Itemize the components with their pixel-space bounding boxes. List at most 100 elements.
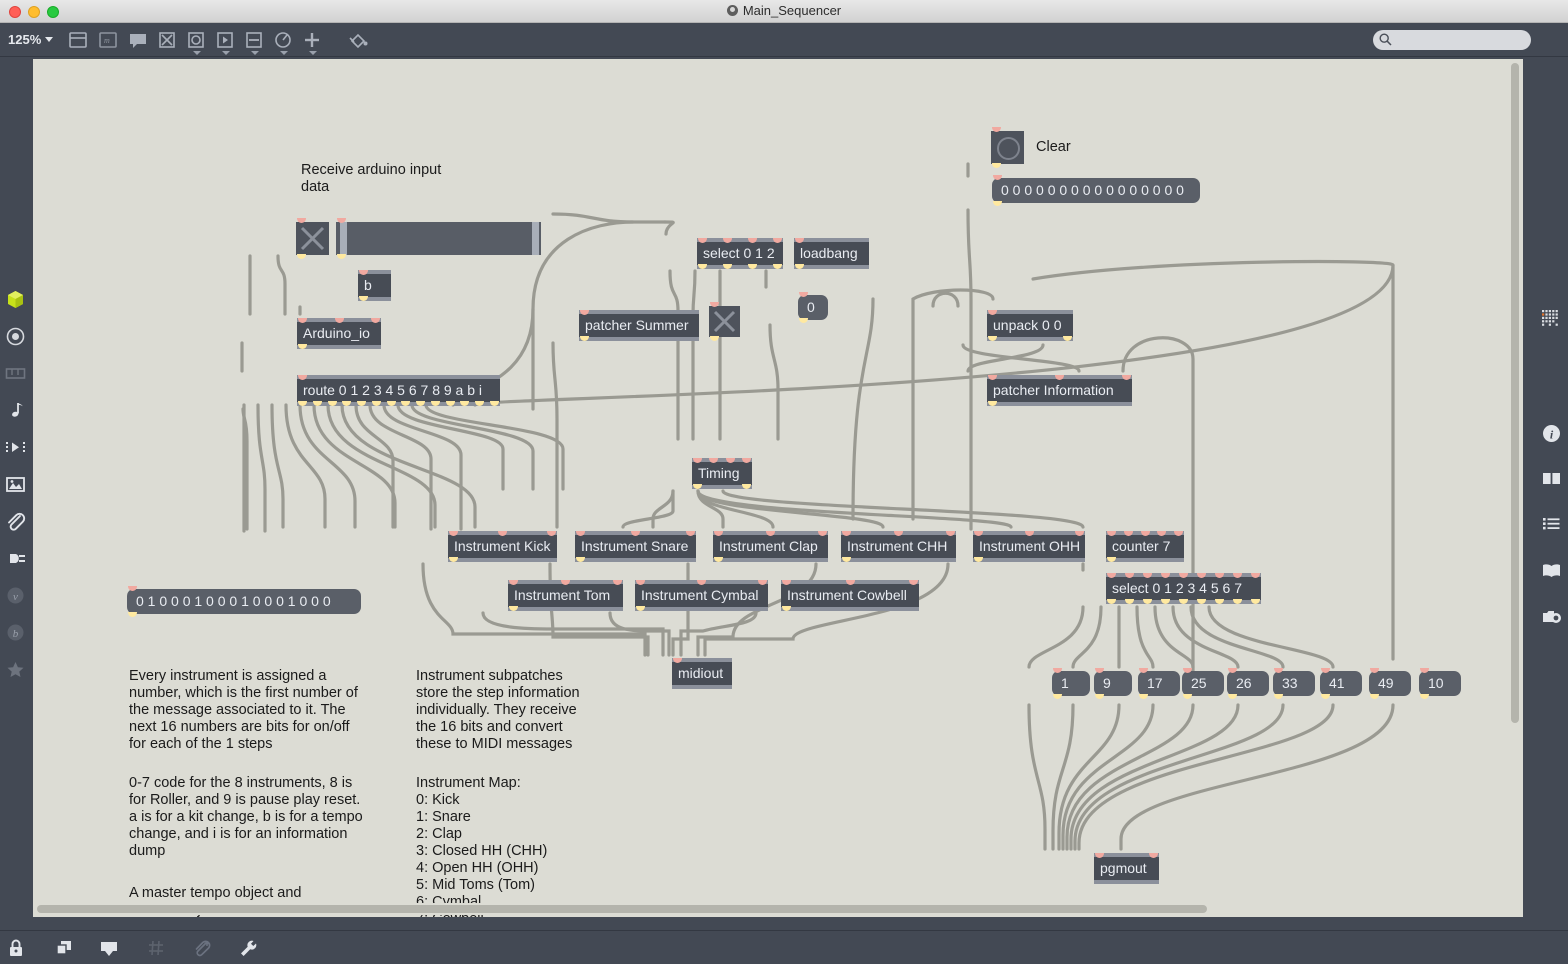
paint-bucket-icon[interactable] (345, 29, 369, 51)
paperclip-icon[interactable] (4, 510, 27, 533)
object-inlet[interactable] (298, 318, 307, 323)
list-icon[interactable] (1540, 513, 1563, 536)
object-outlet[interactable] (449, 557, 458, 562)
object-outlet[interactable] (509, 606, 518, 611)
vizzie-icon[interactable]: v (4, 584, 27, 607)
object-outlet[interactable] (1274, 694, 1283, 699)
msg-pgm-33[interactable]: 33 (1273, 668, 1315, 699)
object-inlet[interactable] (795, 238, 804, 243)
obj-patcher-summer[interactable]: patcher Summer (579, 310, 699, 341)
object-outlet[interactable] (693, 484, 702, 489)
object-outlet[interactable] (1215, 599, 1224, 604)
music-note-icon[interactable] (4, 399, 27, 422)
object-inlet[interactable] (1157, 531, 1166, 536)
object-inlet[interactable] (1053, 668, 1062, 673)
object-inlet[interactable] (1125, 573, 1134, 578)
object-outlet[interactable] (328, 401, 337, 406)
object-inlet[interactable] (580, 310, 589, 315)
object-inlet[interactable] (1197, 573, 1206, 578)
msg-zero[interactable]: 0 (798, 292, 828, 323)
obj-inst-kick[interactable]: Instrument Kick (448, 531, 557, 562)
info-icon[interactable]: i (1540, 422, 1563, 445)
msg-pattern[interactable]: 0 1 0 0 0 1 0 0 0 1 0 0 0 1 0 0 0 (127, 586, 361, 617)
object-inlet[interactable] (335, 318, 344, 323)
object-inlet[interactable] (561, 580, 570, 585)
obj-pgmout[interactable]: pgmout (1094, 853, 1159, 884)
clear-bang-button[interactable] (991, 127, 1024, 168)
object-outlet[interactable] (988, 336, 997, 341)
object-inlet[interactable] (1124, 531, 1133, 536)
object-inlet[interactable] (576, 531, 585, 536)
object-outlet[interactable] (1179, 599, 1188, 604)
object-outlet[interactable] (974, 557, 983, 562)
object-inlet[interactable] (697, 580, 706, 585)
grid-icon[interactable] (144, 937, 168, 959)
star-icon[interactable] (4, 658, 27, 681)
object-inlet[interactable] (693, 458, 702, 463)
plug-icon[interactable] (4, 547, 27, 570)
object-inlet[interactable] (988, 310, 997, 315)
obj-route[interactable]: route 0 1 2 3 4 5 6 7 8 9 a b i (297, 375, 500, 406)
obj-unpack[interactable]: unpack 0 0 (987, 310, 1073, 341)
object-outlet[interactable] (795, 264, 804, 269)
toggle-arduino[interactable] (296, 218, 329, 259)
msg-pgm-9[interactable]: 9 (1094, 668, 1132, 699)
obj-b[interactable]: b (358, 270, 391, 301)
object-inlet[interactable] (1122, 375, 1131, 380)
msg-pgm-10[interactable]: 10 (1419, 668, 1461, 699)
object-inlet[interactable] (773, 238, 782, 243)
obj-counter[interactable]: counter 7 (1106, 531, 1184, 562)
beap-icon[interactable]: b (4, 621, 27, 644)
object-outlet[interactable] (372, 401, 381, 406)
object-outlet[interactable] (1420, 694, 1429, 699)
grid-pattern-icon[interactable] (1540, 306, 1563, 329)
object-inlet[interactable] (1161, 573, 1170, 578)
object-inlet[interactable] (1107, 573, 1116, 578)
object-outlet[interactable] (992, 163, 1001, 168)
msg-pgm-25[interactable]: 25 (1182, 668, 1224, 699)
obj-select-012[interactable]: select 0 1 2 (697, 238, 783, 269)
object-inlet[interactable] (298, 375, 307, 380)
obj-inst-chh[interactable]: Instrument CHH (841, 531, 956, 562)
object-outlet[interactable] (431, 401, 440, 406)
object-inlet[interactable] (631, 531, 640, 536)
object-outlet[interactable] (1125, 599, 1134, 604)
vertical-scrollbar[interactable] (1509, 61, 1521, 917)
object-inlet[interactable] (909, 580, 918, 585)
object-outlet[interactable] (490, 401, 499, 406)
snapshot-icon[interactable] (1540, 605, 1563, 628)
obj-inst-cymbal[interactable]: Instrument Cymbal (635, 580, 768, 611)
object-inlet[interactable] (782, 580, 791, 585)
object-inlet[interactable] (1095, 668, 1104, 673)
object-outlet[interactable] (387, 401, 396, 406)
object-outlet[interactable] (1143, 599, 1152, 604)
horizontal-slider[interactable] (336, 218, 541, 259)
object-inlet[interactable] (1228, 668, 1237, 673)
object-inlet[interactable] (1095, 853, 1104, 858)
object-inlet[interactable] (686, 531, 695, 536)
wrench-icon[interactable] (236, 937, 260, 959)
object-inlet[interactable] (742, 458, 751, 463)
target-icon[interactable] (4, 325, 27, 348)
object-outlet[interactable] (1107, 557, 1116, 562)
fullscreen-icon[interactable] (97, 937, 121, 959)
obj-inst-ohh[interactable]: Instrument OHH (973, 531, 1085, 562)
object-inlet[interactable] (748, 238, 757, 243)
object-outlet[interactable] (359, 296, 368, 301)
object-inlet[interactable] (1149, 853, 1158, 858)
object-outlet[interactable] (773, 264, 782, 269)
object-inlet[interactable] (758, 580, 767, 585)
object-inlet[interactable] (993, 175, 1002, 180)
object-inlet[interactable] (673, 658, 682, 663)
object-inlet[interactable] (1179, 573, 1188, 578)
obj-inst-cowbell[interactable]: Instrument Cowbell (781, 580, 919, 611)
image-icon[interactable] (4, 473, 27, 496)
object-outlet[interactable] (342, 401, 351, 406)
object-inlet[interactable] (371, 318, 380, 323)
slider-icon[interactable] (242, 29, 266, 55)
object-outlet[interactable] (1139, 694, 1148, 699)
add-clipping-icon[interactable] (190, 937, 214, 959)
object-outlet[interactable] (993, 201, 1002, 206)
object-outlet[interactable] (698, 264, 707, 269)
object-inlet[interactable] (818, 531, 827, 536)
